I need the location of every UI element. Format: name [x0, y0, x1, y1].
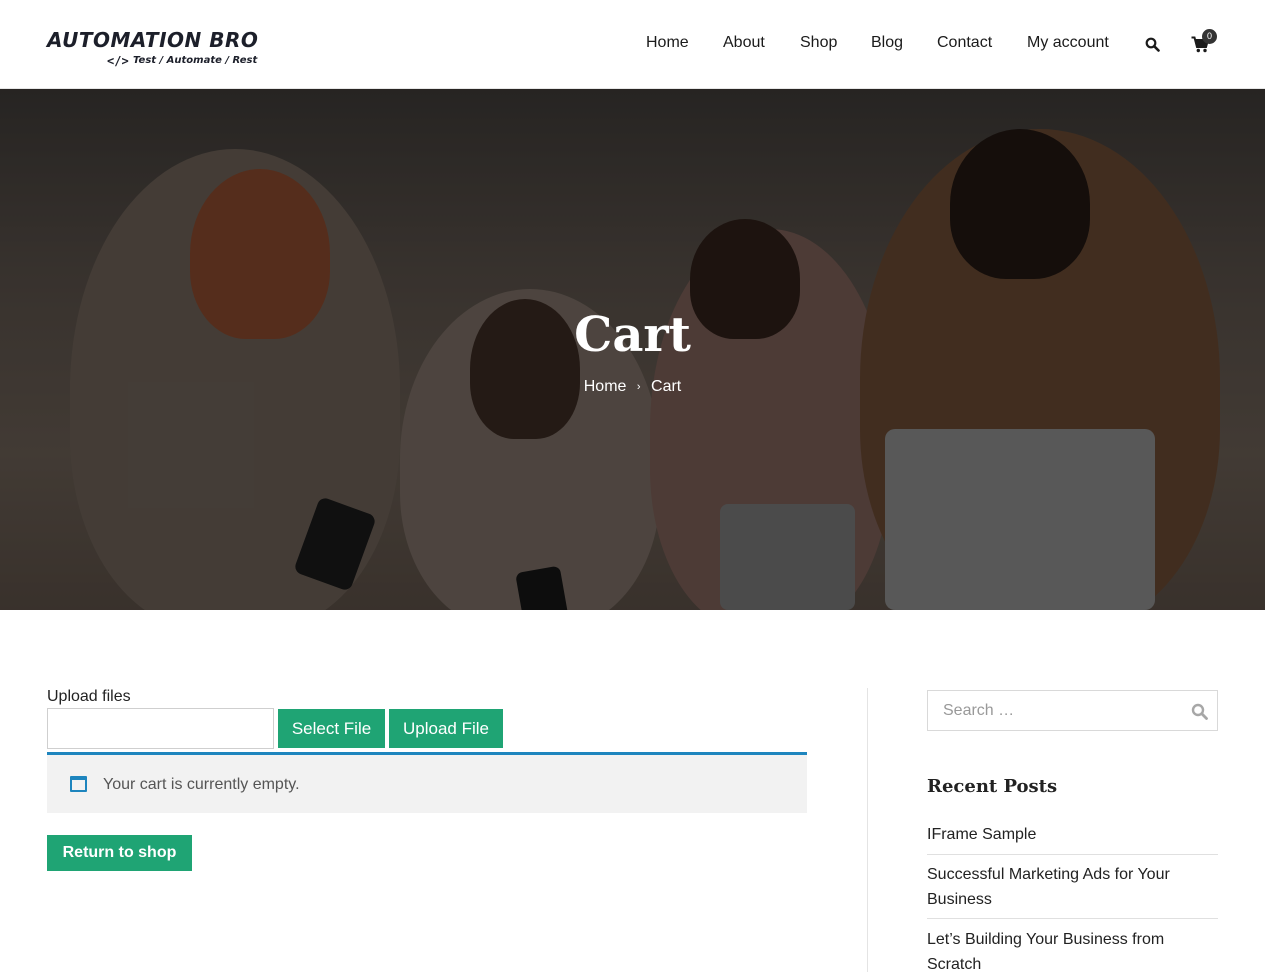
recent-post-link[interactable]: Let’s Building Your Business from Scratc… — [927, 927, 1218, 972]
post-divider — [927, 918, 1218, 919]
breadcrumb-current: Cart — [651, 378, 682, 395]
nav-shop[interactable]: Shop — [800, 34, 837, 52]
post-divider — [927, 854, 1218, 855]
code-icon: </> — [107, 54, 129, 68]
nav-contact[interactable]: Contact — [937, 34, 992, 52]
file-input[interactable] — [47, 708, 274, 749]
nav-home[interactable]: Home — [646, 34, 689, 52]
logo-tagline: Test / Automate / Rest — [133, 55, 258, 66]
recent-post-link[interactable]: Successful Marketing Ads for Your Busine… — [927, 862, 1218, 912]
cart-empty-notice: Your cart is currently empty. — [47, 752, 807, 813]
recent-posts-heading: Recent Posts — [927, 776, 1058, 797]
select-file-button[interactable]: Select File — [278, 709, 385, 748]
nav-my-account[interactable]: My account — [1027, 34, 1109, 52]
page-title: Cart — [574, 307, 691, 363]
cart-count-badge: 0 — [1202, 29, 1217, 44]
search-icon[interactable] — [1145, 37, 1160, 52]
chevron-right-icon: › — [636, 381, 641, 393]
search-icon[interactable] — [1191, 703, 1208, 720]
main-nav: Home About Shop Blog Contact My account — [0, 34, 1265, 56]
nav-about[interactable]: About — [723, 34, 765, 52]
hero-banner: Cart Home › Cart — [0, 89, 1265, 610]
recent-post-link[interactable]: IFrame Sample — [927, 822, 1218, 847]
upload-file-button[interactable]: Upload File — [389, 709, 503, 748]
search-input[interactable] — [929, 692, 1179, 729]
breadcrumb-home[interactable]: Home — [584, 378, 627, 396]
site-header: AUTOMATION BRO </> Test / Automate / Res… — [0, 0, 1265, 89]
notice-text: Your cart is currently empty. — [103, 776, 300, 793]
sidebar-divider — [867, 688, 868, 972]
breadcrumb: Home › Cart — [0, 378, 1265, 396]
return-to-shop-button[interactable]: Return to shop — [47, 835, 192, 871]
upload-files-label: Upload files — [47, 688, 131, 705]
window-icon — [70, 776, 87, 792]
sidebar-search — [927, 690, 1218, 731]
nav-blog[interactable]: Blog — [871, 34, 903, 52]
